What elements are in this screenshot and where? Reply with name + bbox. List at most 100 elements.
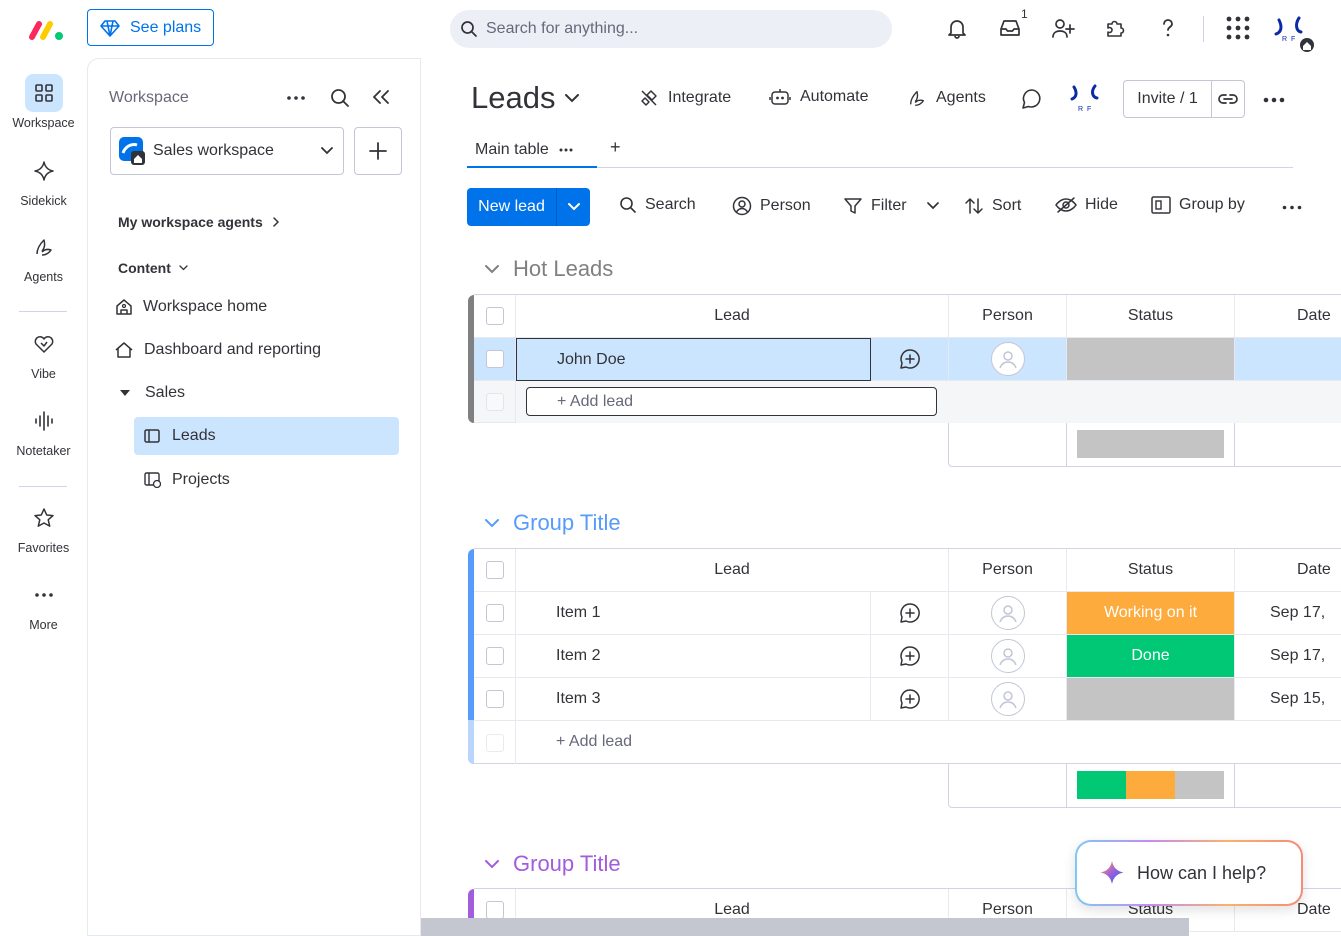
person-cell[interactable] (949, 338, 1067, 381)
dots-icon[interactable] (559, 148, 573, 152)
new-lead-button[interactable]: New lead (467, 188, 590, 226)
status-summary-bar-1[interactable] (1077, 430, 1224, 458)
help-icon[interactable] (1156, 16, 1180, 40)
invite-members-icon[interactable] (1051, 16, 1075, 40)
row-checkbox-cell[interactable] (474, 678, 516, 721)
collapse-panel-icon[interactable] (372, 89, 390, 105)
select-all-checkbox[interactable] (485, 307, 504, 325)
toolbar-more-icon[interactable] (1282, 205, 1302, 210)
rail-item-agents[interactable]: Agents (0, 228, 87, 284)
rail-item-workspace[interactable]: Workspace (0, 74, 87, 130)
add-update-icon[interactable] (871, 338, 949, 381)
add-item-button[interactable] (354, 127, 402, 175)
nav-item-dashboard[interactable]: Dashboard and reporting (114, 331, 321, 369)
column-header-status[interactable]: Status (1067, 295, 1235, 338)
filter-button[interactable]: Filter (843, 196, 939, 216)
status-summary-bar-2[interactable] (1077, 771, 1224, 799)
row-checkbox[interactable] (485, 350, 504, 368)
rail-item-notetaker[interactable]: Notetaker (0, 402, 87, 458)
row-checkbox[interactable] (485, 647, 504, 665)
puzzle-icon[interactable] (1103, 16, 1127, 40)
date-cell[interactable]: Sep 15, (1235, 678, 1341, 721)
board-title[interactable]: Leads (471, 80, 580, 116)
select-all-checkbox-cell[interactable] (474, 295, 516, 338)
add-update-icon[interactable] (871, 678, 949, 721)
horizontal-scrollbar[interactable] (421, 918, 1189, 936)
chevron-down-icon[interactable] (485, 518, 499, 528)
add-update-icon[interactable] (871, 635, 949, 678)
column-header-lead[interactable]: Lead (516, 295, 949, 338)
rail-item-vibe[interactable]: Vibe (0, 325, 87, 381)
person-filter-button[interactable]: Person (732, 196, 811, 216)
add-lead-input[interactable]: + Add lead (526, 387, 937, 416)
add-update-icon[interactable] (871, 592, 949, 635)
select-all-checkbox[interactable] (485, 561, 504, 579)
select-all-checkbox-cell[interactable] (474, 549, 516, 592)
comment-icon[interactable] (1021, 88, 1043, 110)
row-checkbox-cell[interactable] (474, 338, 516, 381)
lead-name-editor[interactable]: John Doe (516, 338, 871, 381)
chevron-down-icon[interactable] (485, 264, 499, 274)
bell-icon[interactable] (945, 16, 969, 40)
monday-logo-icon[interactable] (28, 16, 68, 42)
group-header[interactable]: Group Title (485, 851, 621, 877)
workspace-select[interactable]: Sales workspace (110, 127, 344, 175)
lead-name-cell[interactable]: Item 3 (516, 678, 871, 721)
global-search-input[interactable]: Search for anything... (450, 10, 892, 48)
invite-button[interactable]: Invite / 1 (1123, 80, 1245, 118)
user-avatar[interactable]: RF (1272, 14, 1316, 54)
rail-item-favorites[interactable]: Favorites (0, 499, 87, 555)
status-cell[interactable] (1067, 338, 1235, 381)
board-menu-icon[interactable] (1263, 97, 1285, 103)
column-header-status[interactable]: Status (1067, 549, 1235, 592)
inbox-icon[interactable] (998, 16, 1022, 40)
status-cell[interactable] (1067, 678, 1235, 721)
rail-item-more[interactable]: More (0, 576, 87, 632)
panel-search-icon[interactable] (330, 88, 350, 108)
chevron-down-icon[interactable] (485, 859, 499, 869)
row-checkbox-cell[interactable] (474, 592, 516, 635)
column-header-person[interactable]: Person (949, 295, 1067, 338)
more-options-icon[interactable] (286, 95, 306, 101)
chevron-down-icon[interactable] (557, 188, 590, 226)
column-header-person[interactable]: Person (949, 549, 1067, 592)
integrate-button[interactable]: Integrate (639, 88, 731, 108)
sort-button[interactable]: Sort (964, 196, 1021, 216)
lead-name-cell[interactable]: Item 2 (516, 635, 871, 678)
column-header-date[interactable]: Date (1235, 549, 1341, 592)
group-header[interactable]: Hot Leads (485, 256, 613, 282)
row-checkbox[interactable] (485, 690, 504, 708)
person-cell[interactable] (949, 678, 1067, 721)
board-member-avatar[interactable]: RF (1069, 84, 1105, 113)
group-by-button[interactable]: Group by (1151, 196, 1245, 214)
see-plans-button[interactable]: See plans (87, 9, 214, 46)
agents-button[interactable]: Agents (907, 88, 986, 108)
group-header[interactable]: Group Title (485, 510, 621, 536)
rail-item-sidekick[interactable]: Sidekick (0, 152, 87, 208)
hide-button[interactable]: Hide (1055, 196, 1118, 214)
date-cell[interactable]: Sep 17, (1235, 592, 1341, 635)
add-view-button[interactable]: + (610, 137, 621, 158)
select-all-checkbox[interactable] (485, 901, 504, 919)
chevron-down-icon[interactable] (926, 202, 939, 210)
column-header-date[interactable]: Date (1235, 295, 1341, 338)
status-cell[interactable]: Done (1067, 635, 1235, 678)
copy-link-icon[interactable] (1212, 81, 1244, 117)
lead-name-cell[interactable]: Item 1 (516, 592, 871, 635)
row-checkbox[interactable] (485, 604, 504, 622)
nav-item-leads[interactable]: Leads (134, 417, 399, 455)
automate-button[interactable]: Automate (769, 88, 868, 106)
column-header-lead[interactable]: Lead (516, 549, 949, 592)
assistant-chat-button[interactable]: How can I help? (1075, 840, 1303, 906)
person-cell[interactable] (949, 592, 1067, 635)
tab-main-table[interactable]: Main table (467, 134, 597, 168)
person-cell[interactable] (949, 635, 1067, 678)
apps-grid-icon[interactable] (1226, 16, 1250, 40)
status-cell[interactable]: Working on it (1067, 592, 1235, 635)
nav-folder-sales[interactable]: Sales (119, 374, 185, 412)
nav-item-projects[interactable]: Projects (144, 461, 230, 499)
nav-item-workspace-home[interactable]: Workspace home (115, 288, 267, 326)
add-lead-input[interactable]: + Add lead (556, 733, 632, 751)
date-cell[interactable] (1235, 338, 1341, 381)
row-checkbox-cell[interactable] (474, 635, 516, 678)
